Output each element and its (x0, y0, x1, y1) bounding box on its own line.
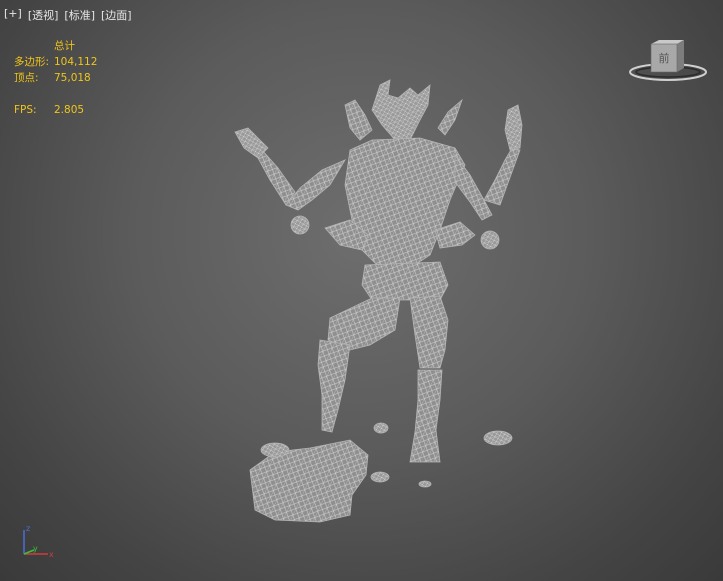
viewcube-front-label: 前 (659, 51, 670, 65)
vertices-label: 顶点: (14, 72, 39, 84)
viewcube[interactable]: 前 (628, 38, 708, 84)
viewport-statistics: 总计 多边形: 104,112 顶点: 75,018 FPS: 2.805 (14, 38, 97, 118)
viewport-display-style-menu[interactable]: [边面] (101, 7, 132, 23)
fps-label: FPS: (14, 104, 37, 116)
viewport-label-menu: [+] [透视] [标准] [边面] (4, 7, 132, 23)
viewcube-right-face[interactable] (677, 40, 684, 72)
y-axis-label: y (33, 544, 38, 553)
polygons-value: 104,112 (54, 56, 98, 68)
viewport-point-of-view-menu[interactable]: [透视] (28, 7, 59, 23)
stats-row-fps: FPS: 2.805 (14, 102, 97, 118)
polygons-label: 多边形: (14, 56, 50, 68)
stats-row-polygons: 多边形: 104,112 (14, 54, 97, 70)
z-axis-label: z (26, 524, 30, 533)
viewport-shading-menu[interactable]: [标准] (64, 7, 95, 23)
vertices-value: 75,018 (54, 72, 91, 84)
fps-value: 2.805 (54, 104, 85, 116)
viewport-general-menu[interactable]: [+] (4, 7, 22, 23)
perspective-viewport[interactable]: [+] [透视] [标准] [边面] 总计 多边形: 104,112 顶点: 7… (0, 0, 723, 581)
stats-row-vertices: 顶点: 75,018 (14, 70, 97, 86)
stats-header: 总计 (54, 40, 75, 52)
x-axis-label: x (49, 550, 54, 559)
world-axis-tripod: z x y (23, 524, 54, 559)
wireframe-character-model[interactable] (0, 0, 723, 581)
